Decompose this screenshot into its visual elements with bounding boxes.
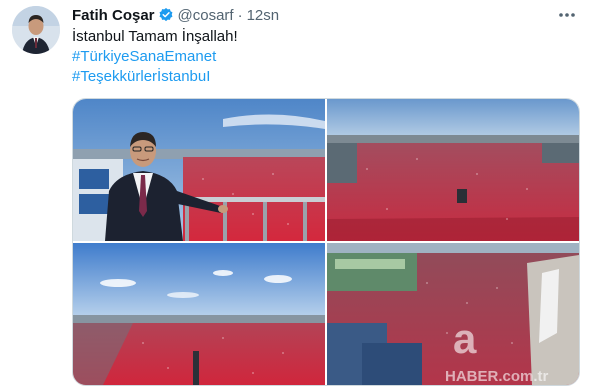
tweet-text-line: İstanbul Tamam İnşallah! (72, 28, 238, 45)
photo-3[interactable] (73, 243, 325, 385)
watermark-text: HABER.com.tr (445, 368, 549, 385)
watermark-logo: a (453, 315, 477, 362)
author-name[interactable]: Fatih Coşar (72, 7, 155, 24)
tweet-text: İstanbul Tamam İnşallah! #TürkiyeSanaEma… (72, 27, 238, 87)
timestamp[interactable]: 12sn (247, 7, 280, 24)
verified-badge-icon (158, 7, 174, 23)
avatar-image (12, 6, 60, 54)
tweet-card: Fatih Coşar @cosarf · 12sn İstanbul Tama… (0, 0, 592, 386)
avatar[interactable] (12, 6, 60, 54)
author-handle[interactable]: @cosarf (178, 7, 234, 24)
tweet-header: Fatih Coşar @cosarf · 12sn (72, 4, 279, 26)
photo-2[interactable] (327, 99, 579, 241)
hashtag-link[interactable]: #TürkiyeSanaEmanet (72, 47, 238, 67)
separator-dot: · (237, 6, 243, 24)
media-grid: a HABER.com.tr (72, 98, 580, 386)
photo-1[interactable] (73, 99, 325, 241)
more-options-icon[interactable] (556, 4, 578, 26)
photo-4[interactable]: a HABER.com.tr (327, 243, 579, 385)
hashtag-link[interactable]: #TeşekkürlerİstanbuI (72, 67, 238, 87)
